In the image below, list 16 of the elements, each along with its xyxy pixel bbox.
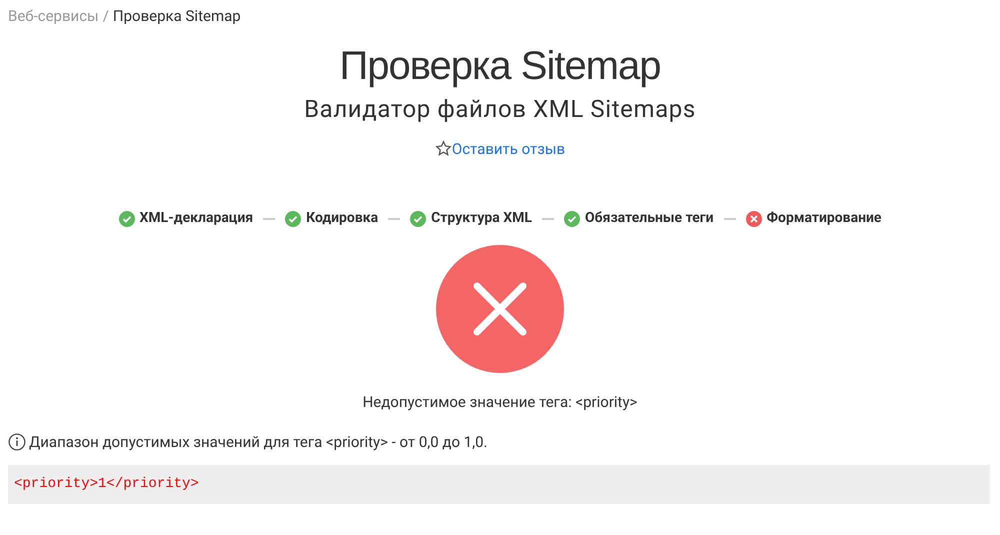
page-subtitle: Валидатор файлов XML Sitemaps <box>304 94 696 124</box>
info-icon <box>8 432 26 451</box>
step-label: Форматирование <box>766 209 882 228</box>
step-label: Кодировка <box>306 209 378 228</box>
result-message: Недопустимое значение тега: <priority> <box>362 392 638 413</box>
star-icon <box>434 140 452 158</box>
step-label: XML-декларация <box>140 209 254 228</box>
breadcrumb-current: Проверка Sitemap <box>112 6 241 27</box>
breadcrumb-link[interactable]: Веб-сервисы <box>8 5 99 28</box>
page-title: Проверка Sitemap <box>339 42 660 90</box>
review-link[interactable]: Оставить отзыв <box>434 138 566 160</box>
step-label: Обязательные теги <box>584 209 714 228</box>
code-block: <priority>1</priority> <box>8 465 990 504</box>
step-label: Структура XML <box>431 209 532 228</box>
hint-text: Диапазон допустимых значений для тега <priority> - от 0,0 до 1,0. <box>29 432 488 452</box>
breadcrumb-link[interactable]: / <box>102 5 109 28</box>
